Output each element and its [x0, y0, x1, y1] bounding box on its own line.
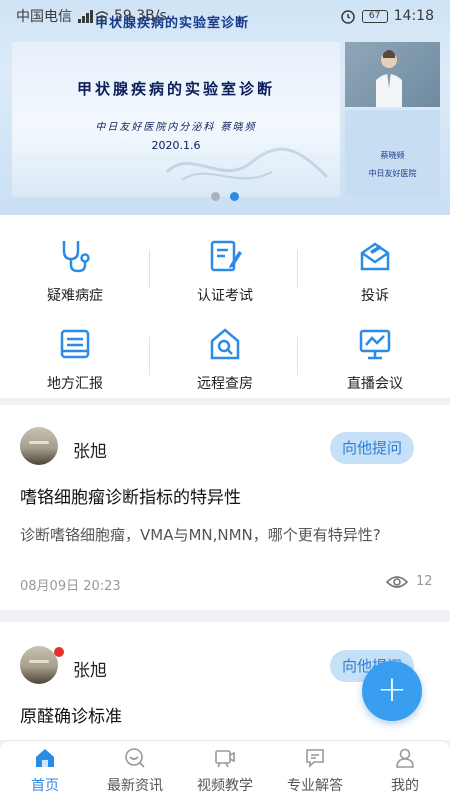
question-title[interactable]: 嗜铬细胞瘤诊断指标的特异性: [20, 483, 241, 508]
answer-icon: [306, 749, 324, 768]
video-icon: [215, 750, 235, 768]
menu-label: 投诉: [361, 288, 389, 304]
question-title[interactable]: 原醛确诊标准: [20, 702, 122, 727]
question-time: 08月09日 20:23: [20, 579, 121, 594]
menu-item-certification-exam[interactable]: 认证考试: [150, 215, 300, 305]
banner-slide: 甲状腺疾病的实验室诊断 中日友好医院内分泌科 蔡晓频 2020.1.6: [12, 42, 340, 197]
menu-divider: [297, 250, 298, 288]
menu-label: 认证考试: [197, 288, 253, 304]
tab-label: 最新资讯: [107, 778, 163, 794]
lecturer-info: 蔡晓频 中日友好医院: [345, 110, 440, 197]
tab-news[interactable]: 最新资讯: [90, 741, 180, 800]
user-name[interactable]: 张旭: [73, 656, 107, 681]
eye-icon: [386, 575, 408, 588]
menu-item-difficult-cases[interactable]: 疑难病症: [0, 215, 150, 305]
menu-divider: [149, 250, 150, 288]
tab-home[interactable]: 首页: [0, 741, 90, 800]
tab-label: 我的: [391, 778, 419, 794]
live-meeting-icon: [359, 329, 391, 360]
remote-ward-icon: [210, 328, 240, 360]
ask-him-button[interactable]: 向他提问: [330, 432, 414, 464]
menu-item-remote-ward-round[interactable]: 远程查房: [150, 303, 300, 393]
banner-title: 甲状腺疾病的实验室诊断: [76, 80, 275, 98]
battery-indicator: 67: [361, 9, 388, 23]
unread-badge: [54, 647, 64, 657]
feature-menu: 疑难病症 认证考试 投诉 地方汇报 远程查房 直播会议: [0, 215, 450, 398]
clock: 14:18: [393, 8, 434, 24]
signal-wifi-icon: [78, 10, 108, 23]
menu-divider: [149, 337, 150, 375]
profile-icon: [396, 748, 414, 768]
view-count: 12: [386, 574, 433, 589]
banner-carousel[interactable]: 甲状腺疾病的实验室诊断 甲状腺疾病的实验室诊断 中日友好医院内分泌科 蔡晓频 2…: [0, 0, 450, 215]
bottom-tab-bar: 首页 最新资讯 视频教学 专业解答 我的: [0, 740, 450, 800]
tab-profile[interactable]: 我的: [360, 741, 450, 800]
dragon-watermark-icon: [165, 147, 329, 181]
menu-label: 疑难病症: [47, 288, 103, 304]
menu-divider: [297, 337, 298, 375]
tab-label: 首页: [31, 778, 59, 794]
carrier-label: 中国电信: [16, 9, 72, 25]
complaint-envelope-icon: [360, 242, 390, 271]
tab-expert-answers[interactable]: 专业解答: [270, 741, 360, 800]
lecturer-hospital: 中日友好医院: [368, 169, 417, 178]
news-icon: [125, 748, 145, 768]
menu-label: 远程查房: [197, 376, 253, 392]
menu-item-complaint[interactable]: 投诉: [300, 215, 450, 305]
plus-icon: +: [376, 669, 408, 710]
status-bar: 中国电信 59.3B/s 67 14:18: [0, 0, 450, 32]
report-icon: [60, 329, 90, 359]
stethoscope-icon: [62, 241, 90, 273]
tab-label: 专业解答: [287, 778, 343, 794]
edit-document-icon: [210, 240, 242, 272]
lecturer-video[interactable]: [345, 42, 440, 107]
menu-label: 直播会议: [347, 376, 403, 392]
tab-video-teaching[interactable]: 视频教学: [180, 741, 270, 800]
banner-subtitle: 中日友好医院内分泌科 蔡晓频: [95, 122, 257, 133]
carousel-indicator: [211, 192, 239, 201]
avatar[interactable]: [20, 646, 58, 684]
lecturer-name: 蔡晓频: [380, 151, 405, 160]
lecturer-image: [376, 50, 402, 107]
home-icon: [36, 749, 54, 767]
carousel-dot[interactable]: [211, 192, 220, 201]
question-description: 诊断嗜铬细胞瘤，VMA与MN,NMN，哪个更有特异性?: [20, 526, 381, 544]
alarm-icon: [340, 10, 355, 24]
menu-label: 地方汇报: [47, 376, 103, 392]
net-speed: 59.3B/s: [114, 8, 167, 24]
carousel-dot-active[interactable]: [230, 192, 239, 201]
menu-item-local-report[interactable]: 地方汇报: [0, 303, 150, 393]
tab-label: 视频教学: [197, 778, 253, 794]
menu-item-live-meeting[interactable]: 直播会议: [300, 303, 450, 393]
user-name[interactable]: 张旭: [73, 437, 107, 462]
question-card[interactable]: 张旭 向他提问 嗜铬细胞瘤诊断指标的特异性 诊断嗜铬细胞瘤，VMA与MN,NMN…: [0, 405, 450, 610]
view-count-value: 12: [416, 574, 433, 589]
avatar[interactable]: [20, 427, 58, 465]
add-question-button[interactable]: +: [362, 661, 422, 721]
